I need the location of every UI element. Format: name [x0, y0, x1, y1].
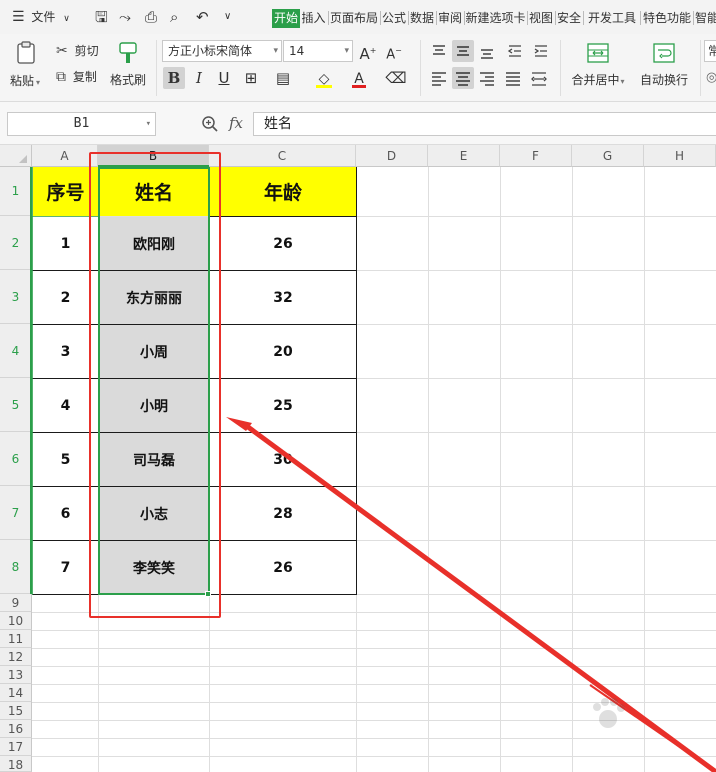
align-center-icon[interactable]: [452, 67, 474, 89]
cut-button[interactable]: ✂ 剪切: [56, 42, 99, 59]
tab-security[interactable]: 安全: [556, 9, 582, 28]
ribbon-separator: [560, 40, 561, 96]
format-painter-button[interactable]: 格式刷: [108, 40, 148, 88]
justify-icon[interactable]: [502, 67, 524, 89]
font-color-icon[interactable]: A: [348, 67, 370, 89]
watermark-paw-icon: [593, 698, 625, 728]
tab-view[interactable]: 视图: [528, 9, 554, 28]
name-box-value: B1: [73, 116, 90, 131]
caret-down-icon: ▾: [620, 77, 625, 86]
font-size-dropdown[interactable]: 14 ▾: [283, 40, 353, 62]
italic-icon[interactable]: I: [188, 67, 210, 89]
decrease-font-size-icon[interactable]: A−: [383, 40, 405, 62]
undo-icon[interactable]: ↶: [196, 0, 209, 34]
ribbon-separator: [700, 40, 701, 96]
number-format-dropdown[interactable]: 常: [704, 40, 716, 62]
font-name-dropdown[interactable]: 方正小标宋简体 ▾: [162, 40, 282, 62]
ribbon-separator: [420, 40, 421, 96]
output-icon[interactable]: ⤳: [119, 0, 131, 34]
tab-special-features[interactable]: 特色功能: [642, 9, 692, 28]
wrap-text-icon: [653, 43, 675, 63]
tab-smart[interactable]: 智能: [695, 9, 716, 28]
ribbon-separator: [156, 40, 157, 96]
underline-icon[interactable]: U: [213, 67, 235, 89]
align-top-icon[interactable]: [428, 40, 450, 62]
save-icon[interactable]: 🖫: [95, 0, 108, 34]
cut-label: 剪切: [74, 44, 99, 58]
caret-down-icon: ▾: [145, 119, 151, 129]
formula-bar: B1 ▾ fx 姓名: [0, 102, 716, 145]
align-middle-icon[interactable]: [452, 40, 474, 62]
chevron-down-icon: ∨: [63, 14, 70, 24]
tab-separator: [640, 11, 641, 25]
caret-down-icon: ▾: [273, 46, 278, 56]
menu-bar: ☰ 文件 ∨ 🖫 ⤳ ⎙ ⌕ ↶ ∨ 开始 插入 页面布局 公式 数据 审阅 新…: [0, 0, 716, 34]
tab-home[interactable]: 开始: [272, 9, 300, 28]
tab-insert[interactable]: 插入: [300, 9, 327, 28]
tab-separator: [583, 11, 584, 25]
caret-down-icon: ▾: [36, 78, 41, 87]
number-format-value: 常: [708, 44, 716, 58]
eraser-icon[interactable]: ⌫: [385, 67, 407, 89]
copy-button[interactable]: ⧉ 复制: [56, 68, 97, 85]
ribbon-toolbar: 粘贴 ▾ ✂ 剪切 ⧉ 复制 格式刷 方正小标宋简体 ▾ 14 ▾ A+ A− B…: [0, 34, 716, 102]
caret-down-icon: ▾: [344, 46, 349, 56]
fill-color-icon[interactable]: ◇: [313, 67, 335, 89]
borders-icon[interactable]: ⊞: [240, 67, 262, 89]
merge-cells-icon: [587, 43, 609, 63]
name-box[interactable]: B1 ▾: [7, 112, 156, 136]
print-icon[interactable]: ⎙: [145, 0, 157, 34]
more-icon[interactable]: ∨: [224, 0, 231, 34]
tab-separator: [693, 11, 694, 25]
spreadsheet-grid[interactable]: A B C D E F G H 1 2 3 4 5 6 7 8 9 10 11 …: [0, 145, 716, 772]
increase-indent-icon[interactable]: [530, 40, 552, 62]
tab-data[interactable]: 数据: [409, 9, 435, 28]
bold-icon[interactable]: B: [163, 67, 185, 89]
merge-center-label: 合并居中: [571, 73, 620, 87]
scissors-icon: ✂: [56, 43, 68, 59]
tab-developer[interactable]: 开发工具: [586, 9, 638, 28]
hamburger-icon: ☰: [12, 9, 25, 25]
align-left-icon[interactable]: [428, 67, 450, 89]
zoom-search-icon[interactable]: [201, 115, 219, 133]
tab-page-layout[interactable]: 页面布局: [329, 9, 379, 28]
wrap-text-button[interactable]: 自动换行: [636, 40, 692, 88]
tab-formulas[interactable]: 公式: [381, 9, 407, 28]
distributed-align-icon[interactable]: [528, 67, 550, 89]
currency-icon[interactable]: ◎: [706, 70, 716, 85]
merge-center-button[interactable]: 合并居中▾: [568, 40, 628, 88]
decrease-indent-icon[interactable]: [504, 40, 526, 62]
annotation-arrow: [226, 417, 716, 772]
tab-new-tab[interactable]: 新建选项卡: [465, 9, 526, 28]
format-painter-label: 格式刷: [109, 73, 146, 87]
arrow-shaft: [246, 424, 716, 772]
wrap-text-label: 自动换行: [639, 73, 688, 87]
align-bottom-icon[interactable]: [476, 40, 498, 62]
paste-label: 粘贴: [10, 74, 35, 88]
paste-icon: [17, 41, 35, 64]
file-menu[interactable]: ☰ 文件 ∨: [12, 0, 70, 34]
align-right-icon[interactable]: [476, 67, 498, 89]
tab-review[interactable]: 审阅: [437, 9, 463, 28]
cell-style-icon[interactable]: ▤: [272, 67, 294, 89]
copy-label: 复制: [72, 70, 97, 84]
fx-icon[interactable]: fx: [229, 114, 243, 132]
increase-font-size-icon[interactable]: A+: [357, 40, 379, 63]
font-name-value: 方正小标宋简体: [168, 44, 253, 58]
font-size-value: 14: [289, 44, 305, 58]
paste-button[interactable]: 粘贴 ▾: [10, 40, 44, 88]
paintbrush-icon: [119, 42, 137, 63]
copy-icon: ⧉: [56, 69, 66, 85]
print-preview-icon[interactable]: ⌕: [170, 0, 178, 34]
file-menu-label: 文件: [31, 10, 56, 24]
formula-input[interactable]: 姓名: [253, 112, 716, 136]
